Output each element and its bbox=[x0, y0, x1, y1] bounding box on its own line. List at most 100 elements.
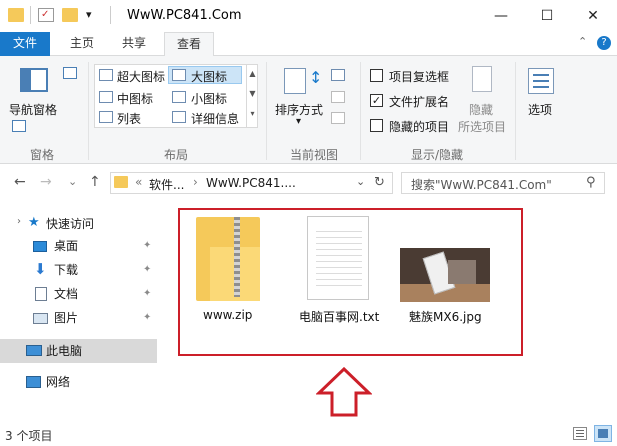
nav-item-desktop[interactable]: 桌面 ✦ bbox=[0, 234, 157, 258]
divider bbox=[360, 62, 361, 160]
group-by-icon[interactable] bbox=[331, 69, 345, 81]
navigation-pane-icon[interactable] bbox=[20, 68, 48, 92]
tab-share[interactable]: 共享 bbox=[110, 32, 158, 56]
large-icons-view-icon[interactable] bbox=[594, 425, 612, 442]
new-folder-icon[interactable] bbox=[62, 8, 78, 22]
group-label-current-view: 当前视图 bbox=[290, 148, 339, 162]
options-icon[interactable] bbox=[528, 68, 554, 94]
red-arrow-icon bbox=[316, 367, 372, 417]
breadcrumb-separator: › bbox=[193, 175, 198, 189]
extra-large-icons-option[interactable]: 超大图标 bbox=[117, 68, 165, 85]
nav-pictures-label: 图片 bbox=[54, 311, 79, 325]
nav-item-documents[interactable]: 文档 ✦ bbox=[0, 282, 157, 306]
pictures-icon bbox=[33, 313, 48, 324]
layout-scroll-icon[interactable]: ▲ ▼ ▾ bbox=[246, 64, 258, 128]
nav-this-pc-label: 此电脑 bbox=[46, 344, 83, 358]
tab-home[interactable]: 主页 bbox=[58, 32, 106, 56]
close-button[interactable]: ✕ bbox=[570, 0, 616, 31]
breadcrumb-current[interactable]: WwW.PC841.... bbox=[206, 176, 296, 190]
sort-arrow-icon: ↕ bbox=[309, 68, 323, 87]
desktop-icon bbox=[33, 241, 47, 252]
extra-large-icons-icon bbox=[99, 69, 113, 81]
recent-locations-button[interactable]: ⌄ bbox=[68, 175, 77, 188]
large-icons-option[interactable]: 大图标 bbox=[191, 68, 227, 85]
network-icon bbox=[26, 376, 41, 388]
address-dropdown-icon[interactable]: ⌄ bbox=[356, 175, 365, 188]
group-label-show-hide: 显示/隐藏 bbox=[411, 148, 464, 162]
folder-icon bbox=[114, 176, 128, 188]
download-arrow-icon: ⬇ bbox=[34, 260, 47, 278]
computer-icon bbox=[26, 345, 42, 356]
list-option[interactable]: 列表 bbox=[117, 110, 141, 127]
group-label-layout: 布局 bbox=[164, 148, 189, 162]
divider bbox=[88, 62, 89, 160]
details-option[interactable]: 详细信息 bbox=[191, 110, 239, 127]
maximize-button[interactable]: ☐ bbox=[524, 0, 570, 31]
refresh-button[interactable]: ↻ bbox=[374, 175, 385, 190]
divider bbox=[266, 62, 267, 160]
search-icon[interactable]: ⚲ bbox=[586, 175, 596, 190]
options-button[interactable]: 选项 bbox=[528, 101, 552, 118]
divider bbox=[515, 62, 516, 160]
collapse-ribbon-icon[interactable]: ⌃ bbox=[578, 35, 587, 48]
nav-network-label: 网络 bbox=[46, 375, 71, 389]
breadcrumb-software[interactable]: 软件... bbox=[149, 176, 184, 193]
properties-icon[interactable]: ✓ bbox=[38, 8, 54, 22]
search-placeholder: 搜索"WwW.PC841.Com" bbox=[411, 178, 552, 192]
details-view-icon[interactable] bbox=[573, 427, 587, 440]
quick-access-dropdown-icon[interactable]: ▾ bbox=[86, 8, 92, 21]
folder-icon bbox=[8, 8, 24, 22]
medium-icons-option[interactable]: 中图标 bbox=[117, 90, 153, 107]
group-label-panes: 窗格 bbox=[30, 148, 55, 162]
breadcrumb-overflow[interactable]: « bbox=[135, 175, 142, 189]
size-columns-icon bbox=[331, 112, 345, 124]
help-icon[interactable]: ? bbox=[597, 36, 611, 50]
pin-icon[interactable]: ✦ bbox=[143, 282, 151, 306]
divider bbox=[110, 6, 111, 24]
forward-button[interactable]: → bbox=[40, 174, 52, 190]
item-count: 3 个项目 bbox=[5, 429, 53, 443]
pin-icon[interactable]: ✦ bbox=[143, 234, 151, 258]
back-button[interactable]: ← bbox=[14, 174, 26, 190]
small-icons-option[interactable]: 小图标 bbox=[191, 90, 227, 107]
details-icon bbox=[172, 111, 186, 123]
minimize-button[interactable]: — bbox=[478, 0, 524, 31]
large-icons-icon bbox=[172, 69, 186, 81]
item-checkboxes-checkbox[interactable] bbox=[370, 69, 383, 82]
divider bbox=[30, 6, 31, 24]
navigation-pane-button[interactable]: 导航窗格 bbox=[9, 101, 57, 118]
sort-by-icon[interactable] bbox=[284, 68, 306, 94]
nav-item-pictures[interactable]: 图片 ✦ bbox=[0, 306, 157, 330]
tab-view[interactable]: 查看 bbox=[164, 32, 215, 57]
add-columns-icon bbox=[331, 91, 345, 103]
nav-quick-access[interactable]: 快速访问 bbox=[46, 215, 94, 232]
file-extensions-checkbox[interactable]: ✓ bbox=[370, 94, 383, 107]
pin-icon[interactable]: ✦ bbox=[143, 258, 151, 282]
file-extensions-label: 文件扩展名 bbox=[389, 95, 450, 109]
pin-icon[interactable]: ✦ bbox=[143, 306, 151, 330]
preview-pane-icon[interactable] bbox=[63, 67, 77, 79]
hide-selected-line2[interactable]: 所选项目 bbox=[458, 118, 506, 135]
nav-item-downloads[interactable]: ⬇ 下载 ✦ bbox=[0, 258, 157, 282]
small-icons-icon bbox=[172, 91, 186, 103]
hidden-items-checkbox[interactable] bbox=[370, 119, 383, 132]
nav-item-this-pc[interactable]: 此电脑 bbox=[0, 339, 157, 363]
expand-chevron-icon[interactable]: › bbox=[17, 216, 21, 227]
star-icon: ★ bbox=[28, 215, 40, 230]
medium-icons-icon bbox=[99, 91, 113, 103]
sort-dropdown-icon[interactable]: ▾ bbox=[296, 116, 301, 127]
hidden-items-label: 隐藏的项目 bbox=[389, 120, 450, 134]
hide-selected-icon bbox=[472, 66, 492, 92]
nav-item-network[interactable]: 网络 bbox=[0, 370, 157, 394]
list-icon bbox=[99, 111, 113, 123]
document-icon bbox=[35, 287, 47, 301]
details-pane-icon[interactable] bbox=[12, 120, 26, 132]
item-checkboxes-label: 项目复选框 bbox=[389, 70, 450, 84]
hide-selected-line1[interactable]: 隐藏 bbox=[469, 101, 493, 118]
nav-documents-label: 文档 bbox=[54, 287, 79, 301]
status-bar bbox=[0, 423, 617, 446]
highlight-box bbox=[178, 208, 523, 356]
up-button[interactable]: ↑ bbox=[89, 174, 101, 190]
tab-file[interactable]: 文件 bbox=[0, 32, 50, 56]
window-title: WwW.PC841.Com bbox=[127, 8, 242, 23]
